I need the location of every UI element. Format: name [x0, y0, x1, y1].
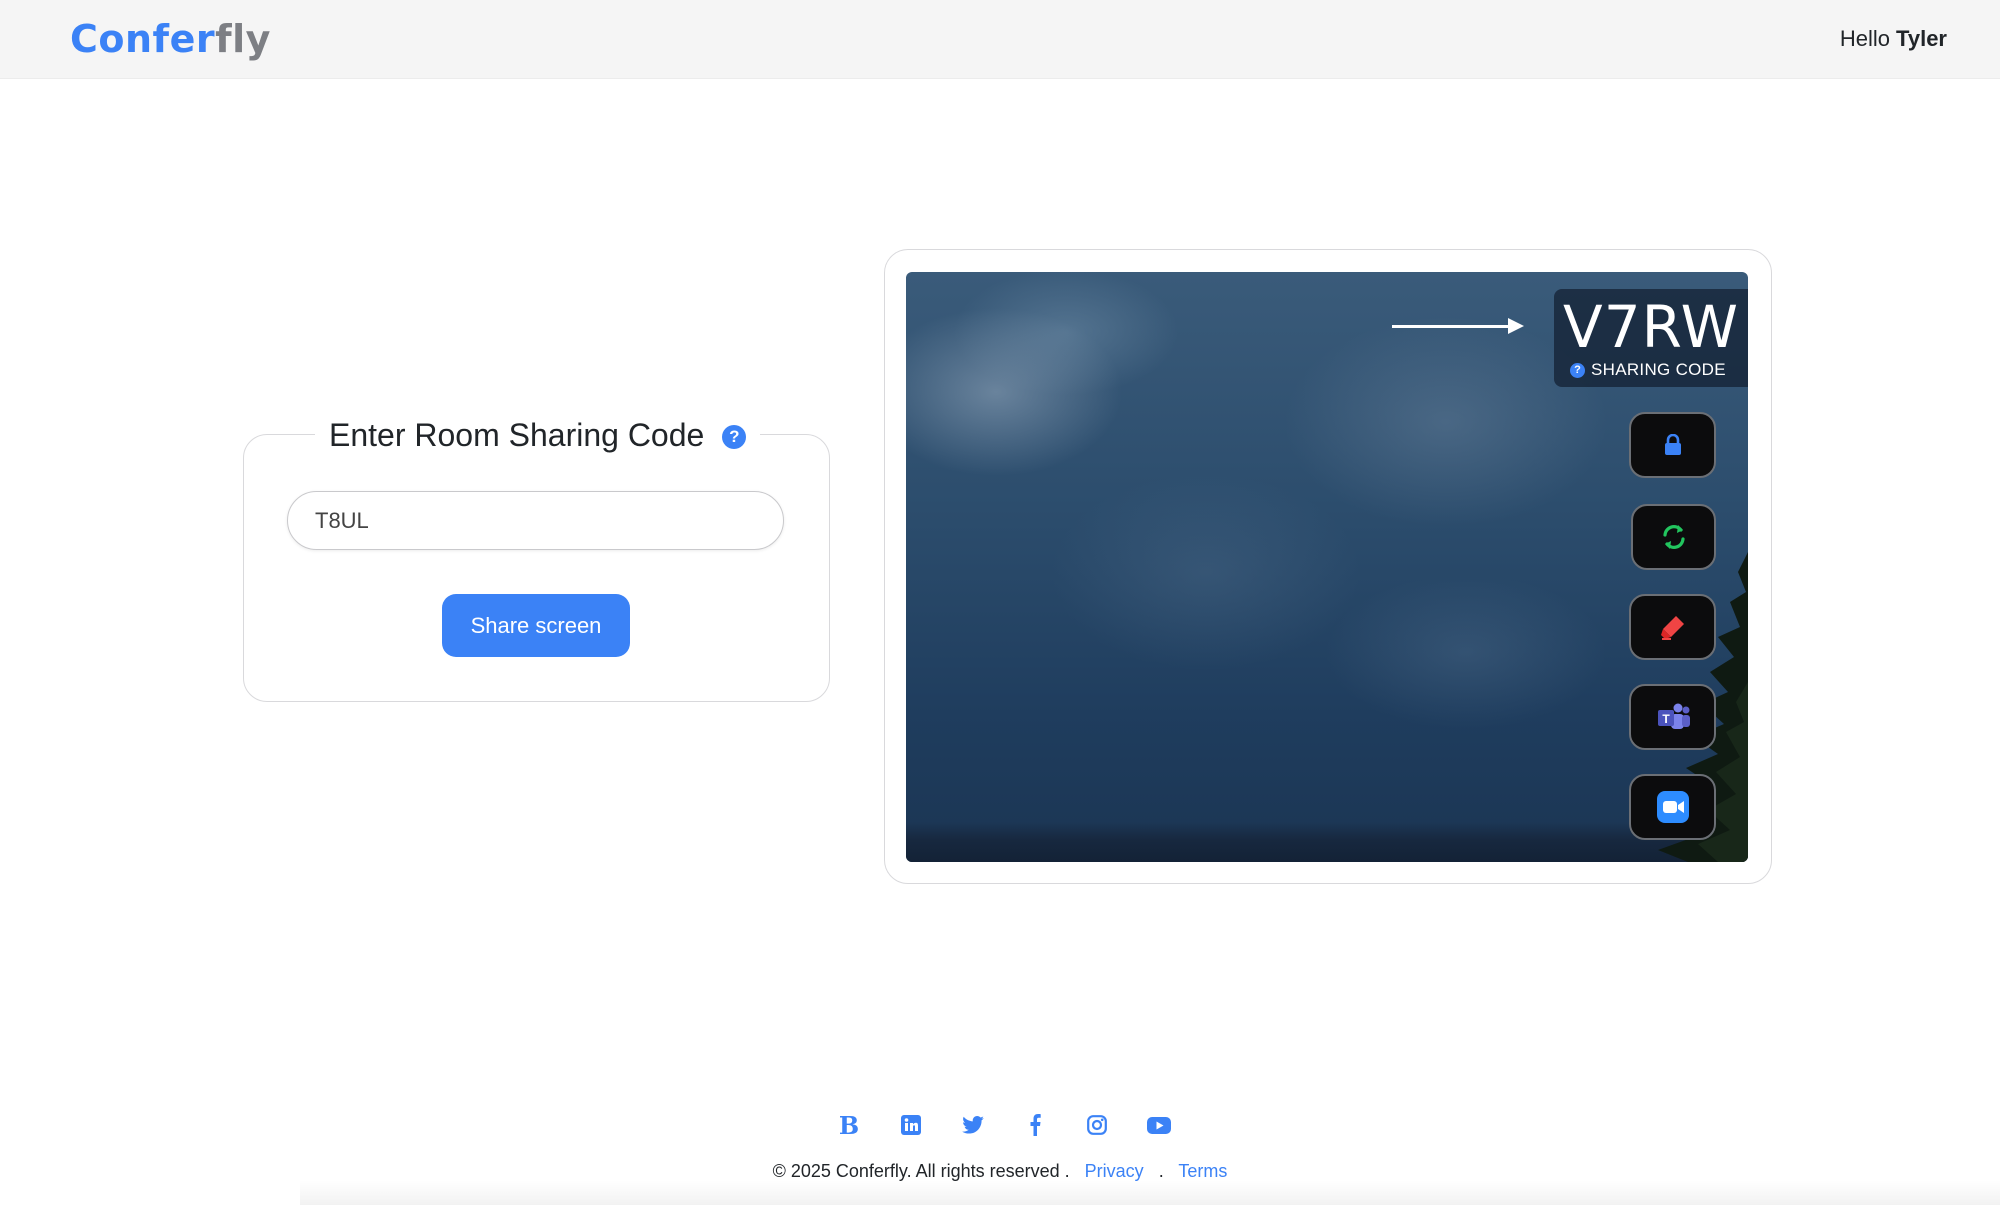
privacy-link[interactable]: Privacy: [1085, 1161, 1144, 1181]
lock-icon: [1664, 434, 1681, 455]
logo-text-secondary: fly: [215, 17, 271, 61]
question-circle-icon[interactable]: ?: [1570, 362, 1585, 378]
refresh-button[interactable]: [1631, 504, 1716, 570]
refresh-icon: [1662, 525, 1685, 549]
sharing-code-label-row: ? SHARING CODE: [1570, 359, 1726, 381]
youtube-icon: [1147, 1116, 1171, 1134]
blog-b-icon: B: [838, 1110, 860, 1140]
room-code-input[interactable]: [287, 491, 784, 550]
sharing-code-badge: V7RW ? SHARING CODE: [1554, 289, 1748, 387]
twitter-link[interactable]: [942, 1110, 1004, 1140]
social-links: B: [818, 1110, 1190, 1140]
arrow-line: [1392, 325, 1510, 328]
logo-text-primary: Confer: [70, 17, 216, 61]
share-screen-button[interactable]: Share screen: [442, 594, 630, 657]
screen-preview: V7RW ? SHARING CODE T: [906, 272, 1748, 862]
top-navbar: Conferfly Hello Tyler: [0, 0, 2000, 79]
copyright-text: © 2025 Conferfly. All rights reserved .: [772, 1161, 1070, 1181]
svg-text:T: T: [1662, 712, 1670, 726]
room-code-card-header: Enter Room Sharing Code ?: [315, 410, 761, 460]
linkedin-link[interactable]: [880, 1110, 942, 1140]
terms-link[interactable]: Terms: [1178, 1161, 1227, 1181]
facebook-icon: [1030, 1114, 1041, 1136]
user-name: Tyler: [1896, 26, 1947, 51]
marker-icon: [1660, 616, 1684, 640]
lock-button[interactable]: [1629, 412, 1716, 478]
sharing-code-value: V7RW: [1563, 293, 1739, 361]
greeting-text: Hello: [1839, 26, 1891, 51]
footer-separator: .: [1158, 1161, 1164, 1181]
linkedin-icon: [901, 1115, 921, 1135]
facebook-link[interactable]: [1004, 1110, 1066, 1140]
instagram-link[interactable]: [1066, 1110, 1128, 1140]
teams-icon: T: [1657, 703, 1690, 729]
sharing-code-label: SHARING CODE: [1591, 360, 1726, 379]
page-bottom-shadow: [300, 1180, 2000, 1205]
annotate-button[interactable]: [1629, 594, 1716, 660]
room-code-title: Enter Room Sharing Code: [329, 417, 705, 453]
arrow-right-icon: [1508, 318, 1524, 334]
user-greeting: Hello Tyler: [1840, 24, 1947, 54]
instagram-icon: [1087, 1115, 1107, 1135]
teams-button[interactable]: T: [1629, 684, 1716, 750]
room-code-card: [243, 434, 830, 702]
zoom-button[interactable]: [1629, 774, 1716, 840]
twitter-icon: [962, 1116, 984, 1134]
zoom-video-icon: [1656, 791, 1689, 823]
question-circle-icon[interactable]: ?: [722, 425, 747, 449]
conferfly-logo[interactable]: Conferfly: [70, 14, 271, 64]
blog-link[interactable]: B: [818, 1110, 880, 1140]
youtube-link[interactable]: [1128, 1110, 1190, 1140]
